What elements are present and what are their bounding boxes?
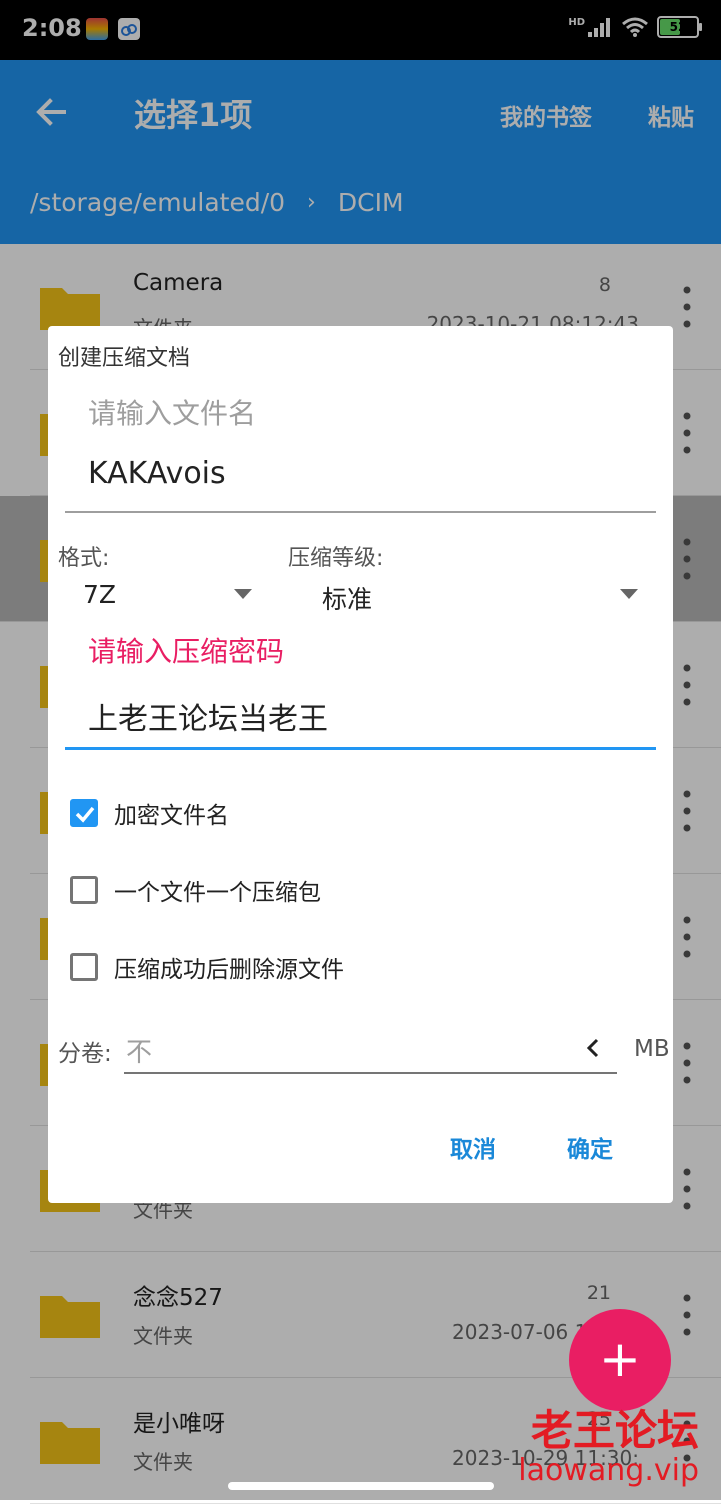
checkbox-checked[interactable] [70,799,98,827]
volume-label: 分卷: [58,1041,112,1067]
format-select[interactable]: 7Z [83,580,116,609]
watermark-url: laowang.vip [518,1453,699,1488]
volume-unit: MB [634,1036,670,1062]
delete-source-option[interactable]: 压缩成功后删除源文件 [70,950,344,984]
home-indicator[interactable] [228,1482,494,1490]
add-fab[interactable]: + [569,1309,671,1411]
plus-icon: + [599,1330,641,1388]
one-archive-per-file-option[interactable]: 一个文件一个压缩包 [70,873,321,907]
watermark-title: 老王论坛 [530,1406,699,1455]
volume-input[interactable]: 不 [126,1032,152,1069]
watermark: 老王论坛 laowang.vip [518,1408,699,1488]
chevron-left-icon[interactable] [586,1038,600,1058]
checkbox[interactable] [70,953,98,981]
cancel-button[interactable]: 取消 [450,1130,496,1164]
filename-hint: 请输入文件名 [88,397,257,430]
create-archive-dialog: 创建压缩文档 请输入文件名 KAKAvois 格式: 压缩等级: 7Z 标准 请… [48,326,673,1203]
password-underline [65,747,656,750]
filename-input[interactable]: KAKAvois [88,456,226,491]
level-select[interactable]: 标准 [322,580,372,616]
encrypt-filenames-option[interactable]: 加密文件名 [70,796,229,830]
password-hint: 请输入压缩密码 [88,635,285,668]
checkbox-label: 压缩成功后删除源文件 [114,957,344,983]
dialog-title: 创建压缩文档 [58,346,191,371]
checkbox-label: 加密文件名 [114,803,229,829]
volume-underline [124,1072,617,1074]
checkbox-label: 一个文件一个压缩包 [114,880,321,906]
dropdown-arrow-icon[interactable] [620,589,638,599]
password-input[interactable]: 上老王论坛当老王 [88,694,328,738]
filename-underline [65,511,656,513]
format-label: 格式: [58,546,110,571]
checkbox[interactable] [70,876,98,904]
level-label: 压缩等级: [288,546,384,571]
ok-button[interactable]: 确定 [567,1130,613,1164]
dropdown-arrow-icon[interactable] [234,589,252,599]
